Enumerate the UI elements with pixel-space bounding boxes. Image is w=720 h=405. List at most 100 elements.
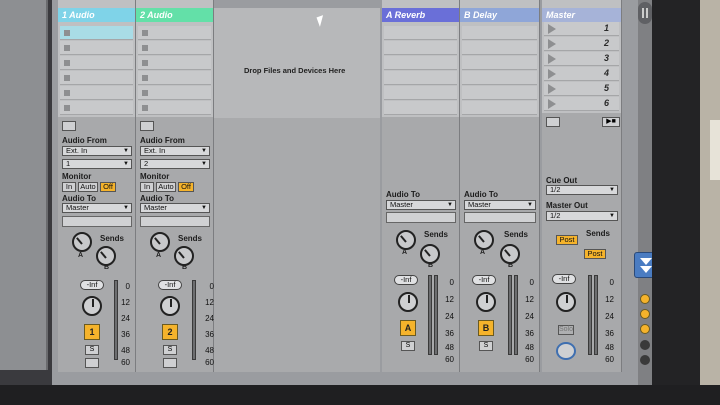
volume-display[interactable]: -Inf (394, 275, 418, 285)
sends-toggle-icon[interactable] (640, 309, 650, 319)
solo-cue-button[interactable]: Solo (558, 325, 574, 335)
pan-knob[interactable] (398, 292, 418, 312)
audio-to-dropdown[interactable]: Master (140, 203, 210, 213)
volume-display[interactable]: -Inf (472, 275, 496, 285)
scene-play-button[interactable]: ▶■ (602, 117, 620, 127)
track-header[interactable]: 2 Audio (136, 8, 213, 22)
stop-icon[interactable] (142, 60, 148, 66)
volume-display[interactable]: -Inf (158, 280, 182, 290)
solo-button[interactable]: S (479, 341, 493, 351)
drop-area[interactable]: Drop Files and Devices Here (214, 8, 380, 372)
arm-button[interactable] (85, 358, 99, 368)
volume-display[interactable]: -Inf (80, 280, 104, 290)
clip-slot[interactable] (60, 71, 133, 85)
output-channel-field[interactable] (62, 216, 132, 227)
stop-icon[interactable] (64, 45, 70, 51)
clip-slot[interactable] (138, 26, 211, 40)
pan-knob[interactable] (556, 292, 576, 312)
clip-slot[interactable] (60, 56, 133, 70)
stop-icon[interactable] (64, 75, 70, 81)
monitor-auto-button[interactable]: Auto (78, 182, 98, 192)
cue-out-dropdown[interactable]: 1/2 (546, 185, 618, 195)
send-b-knob[interactable] (420, 244, 440, 264)
send-b-knob[interactable] (500, 244, 520, 264)
scene-launch[interactable]: 1 (544, 22, 619, 36)
monitor-off-button[interactable]: Off (178, 182, 194, 192)
input-channel-dropdown[interactable]: 1 (62, 159, 132, 169)
scene-launch[interactable]: 2 (544, 37, 619, 51)
clip-slot[interactable] (60, 41, 133, 55)
audio-to-dropdown[interactable]: Master (386, 200, 456, 210)
return-activator-button[interactable]: A (400, 320, 416, 336)
stop-icon[interactable] (64, 90, 70, 96)
clip-slot[interactable] (60, 86, 133, 100)
track-header[interactable]: 1 Audio (58, 8, 135, 22)
solo-button[interactable]: S (401, 341, 415, 351)
monitor-off-button[interactable]: Off (100, 182, 116, 192)
stop-icon[interactable] (142, 30, 148, 36)
stop-icon[interactable] (142, 45, 148, 51)
master-out-dropdown[interactable]: 1/2 (546, 211, 618, 221)
stop-icon[interactable] (142, 75, 148, 81)
stop-icon[interactable] (142, 105, 148, 111)
solo-button[interactable]: S (163, 345, 177, 355)
clip-slot[interactable] (138, 71, 211, 85)
headphone-icon[interactable] (556, 342, 576, 360)
output-channel-field[interactable] (464, 212, 536, 223)
audio-from-dropdown[interactable]: Ext. In (62, 146, 132, 156)
input-channel-dropdown[interactable]: 2 (140, 159, 210, 169)
return-activator-button[interactable]: B (478, 320, 494, 336)
pan-knob[interactable] (160, 296, 180, 316)
audio-from-dropdown[interactable]: Ext. In (140, 146, 210, 156)
stop-icon[interactable] (64, 30, 70, 36)
play-icon[interactable] (548, 54, 556, 64)
clip-slot[interactable] (138, 86, 211, 100)
drop-area-io[interactable] (214, 118, 380, 372)
send-a-knob[interactable] (396, 230, 416, 250)
volume-display[interactable]: -Inf (552, 274, 576, 284)
pause-icon[interactable] (638, 2, 652, 24)
stop-icon[interactable] (142, 90, 148, 96)
play-icon[interactable] (548, 69, 556, 79)
play-icon[interactable] (548, 99, 556, 109)
scene-launch[interactable]: 3 (544, 52, 619, 66)
stop-all-clips-button[interactable] (546, 117, 560, 127)
master-header[interactable]: Master (542, 8, 621, 22)
play-icon[interactable] (548, 39, 556, 49)
monitor-in-button[interactable]: In (62, 182, 76, 192)
audio-to-dropdown[interactable]: Master (464, 200, 536, 210)
scene-launch[interactable]: 6 (544, 97, 619, 111)
clip-slot[interactable] (60, 26, 133, 40)
send-a-knob[interactable] (72, 232, 92, 252)
post-button-a[interactable]: Post (556, 235, 578, 245)
track-activator-button[interactable]: 2 (162, 324, 178, 340)
arm-button[interactable] (163, 358, 177, 368)
mixer-toggle-icon[interactable] (640, 324, 650, 334)
scene-launch[interactable]: 4 (544, 67, 619, 81)
pan-knob[interactable] (476, 292, 496, 312)
play-icon[interactable] (548, 24, 556, 34)
audio-to-dropdown[interactable]: Master (62, 203, 132, 213)
track-delay-toggle-icon[interactable] (640, 355, 650, 365)
output-channel-field[interactable] (140, 216, 210, 227)
track-activator-button[interactable]: 1 (84, 324, 100, 340)
clip-slot[interactable] (138, 56, 211, 70)
track-stop-button[interactable] (62, 121, 76, 131)
send-a-knob[interactable] (150, 232, 170, 252)
send-a-knob[interactable] (474, 230, 494, 250)
stop-icon[interactable] (64, 60, 70, 66)
stop-icon[interactable] (64, 105, 70, 111)
scene-launch[interactable]: 5 (544, 82, 619, 96)
post-button-b[interactable]: Post (584, 249, 606, 259)
return-header[interactable]: A Reverb (382, 8, 459, 22)
clip-slot[interactable] (60, 101, 133, 115)
play-icon[interactable] (548, 84, 556, 94)
scroll-down-arrow-icon[interactable] (634, 252, 652, 278)
track-stop-button[interactable] (140, 121, 154, 131)
clip-slot[interactable] (138, 101, 211, 115)
solo-button[interactable]: S (85, 345, 99, 355)
send-b-knob[interactable] (174, 246, 194, 266)
clip-slot[interactable] (138, 41, 211, 55)
monitor-auto-button[interactable]: Auto (156, 182, 176, 192)
pan-knob[interactable] (82, 296, 102, 316)
